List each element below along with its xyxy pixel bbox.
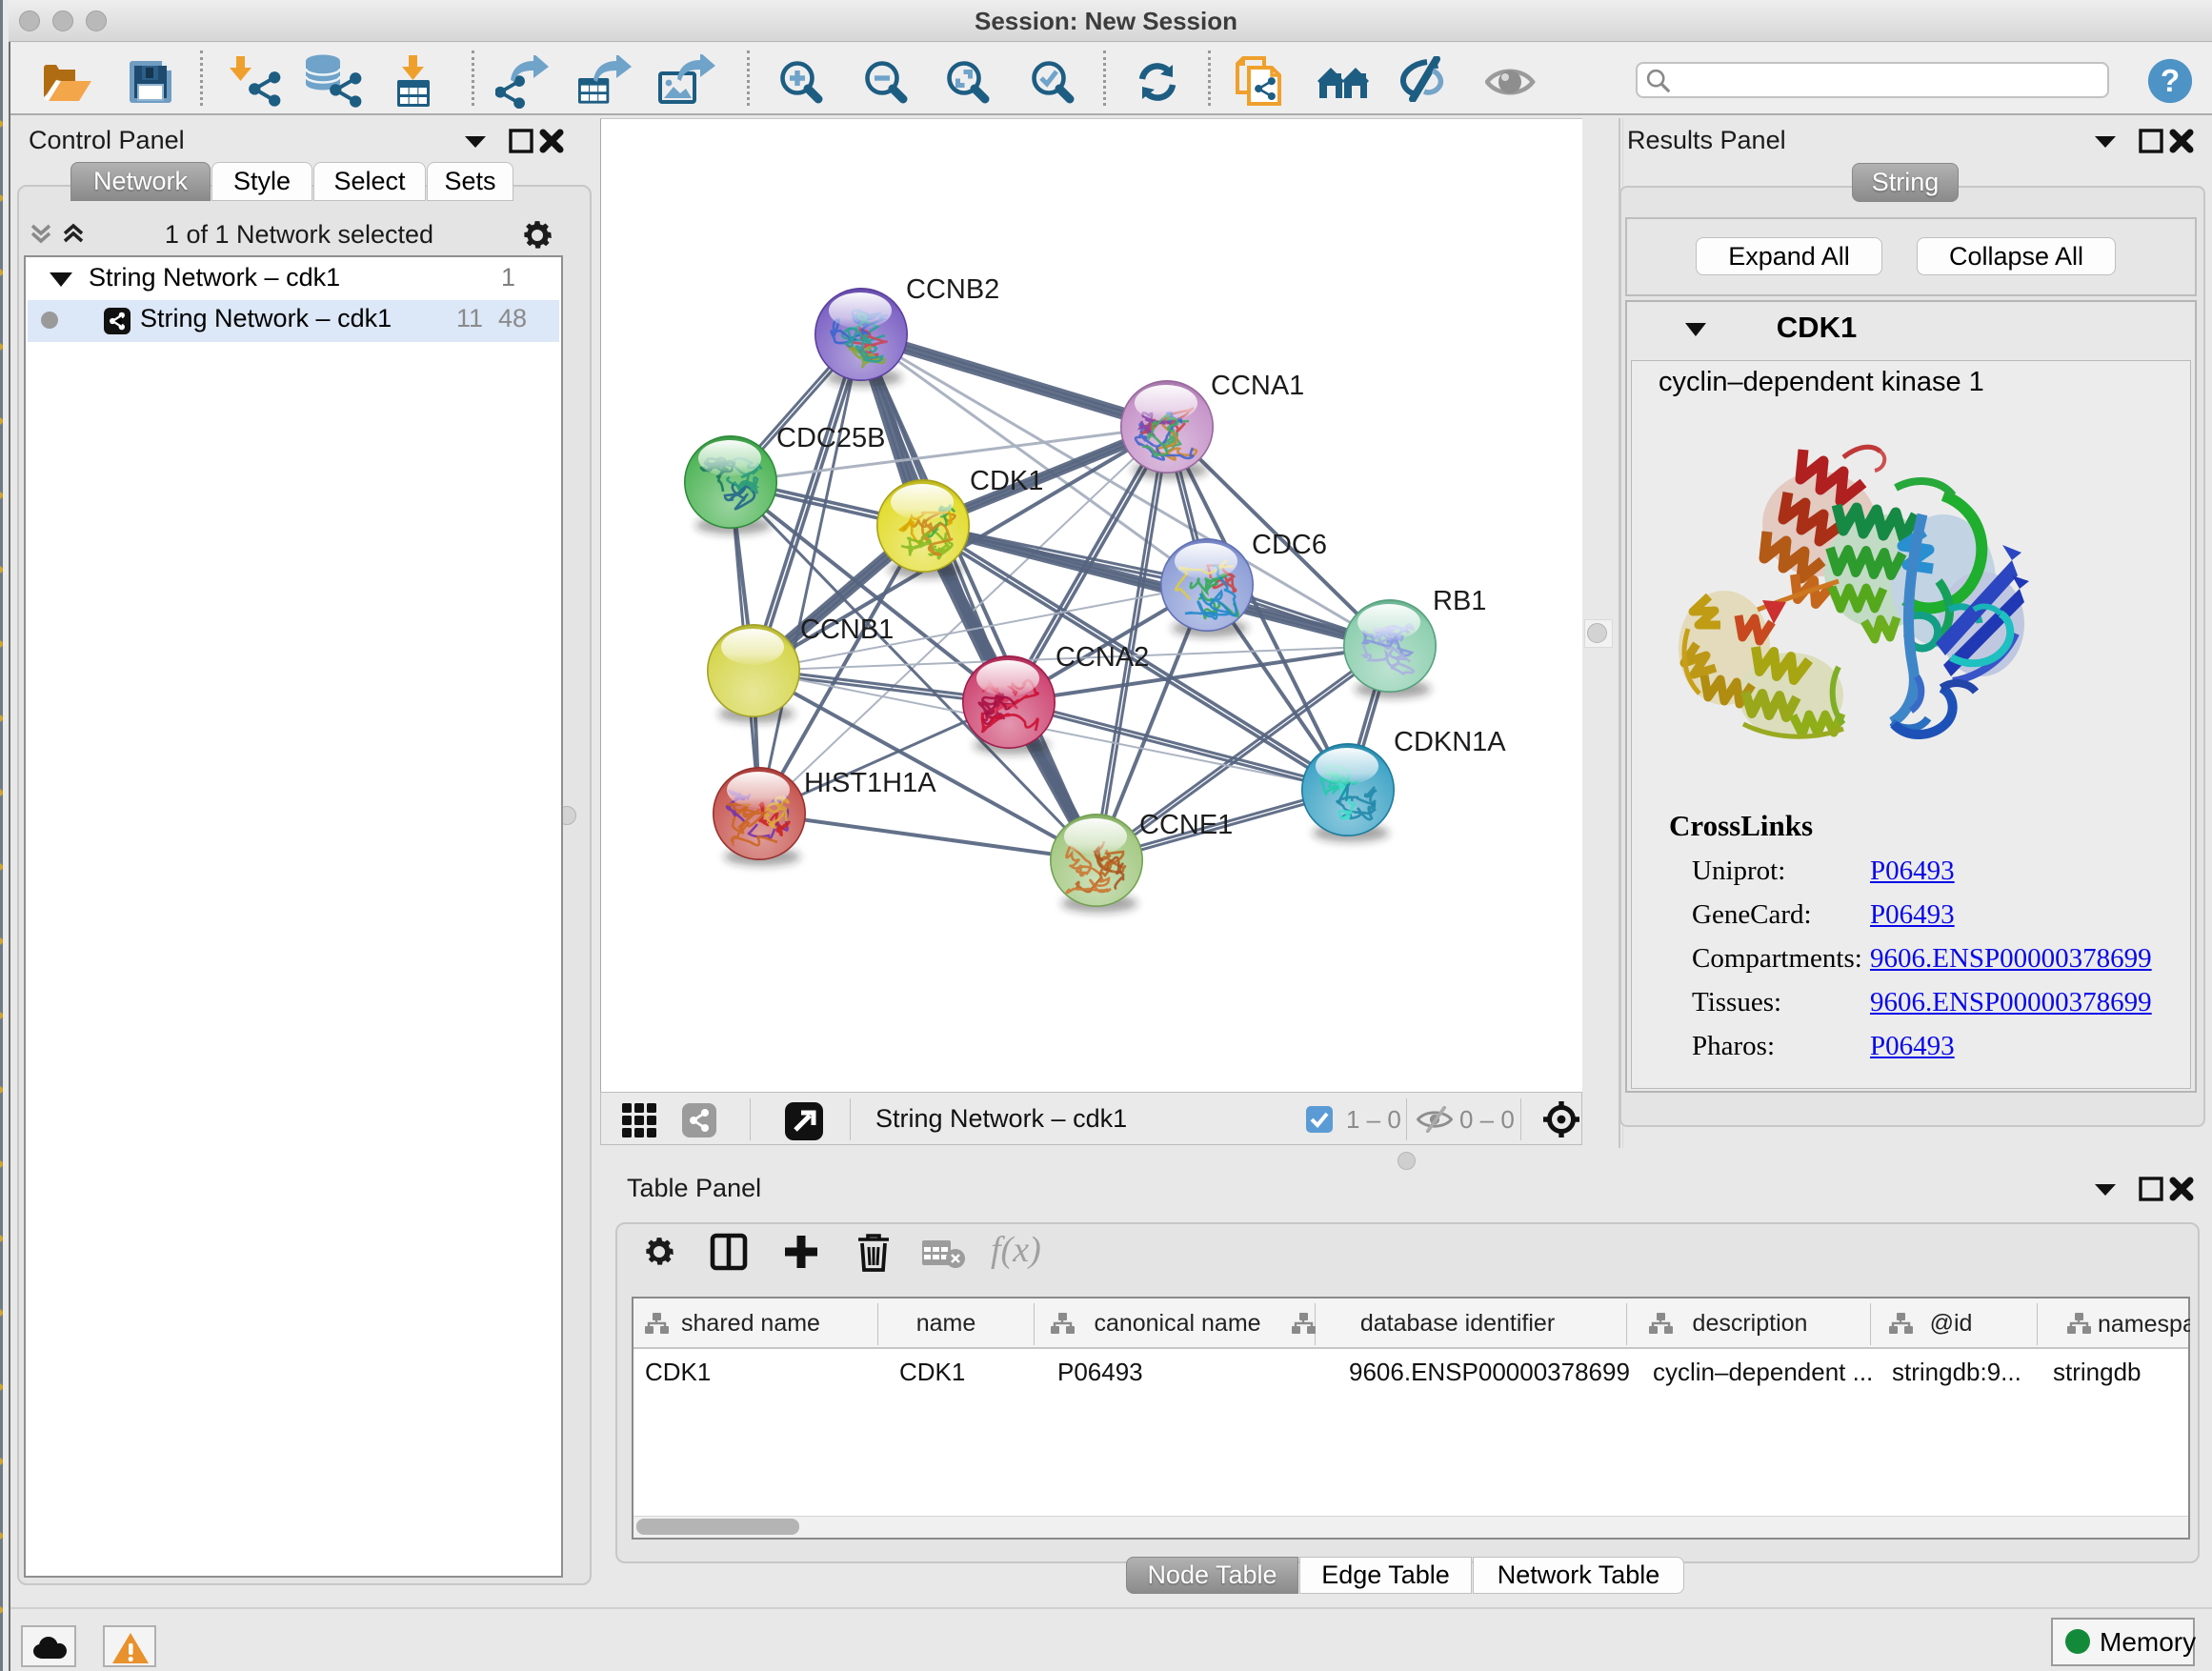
svg-text:CCNB1: CCNB1 — [800, 614, 894, 645]
svg-text:CDC25B: CDC25B — [776, 423, 885, 453]
svg-text:CCNB2: CCNB2 — [906, 274, 999, 305]
svg-text:CDKN1A: CDKN1A — [1394, 727, 1506, 757]
svg-text:CCNE1: CCNE1 — [1139, 810, 1233, 840]
svg-text:CDC6: CDC6 — [1252, 530, 1327, 560]
svg-text:RB1: RB1 — [1433, 586, 1486, 616]
svg-text:?: ? — [2161, 64, 2180, 99]
svg-text:HIST1H1A: HIST1H1A — [804, 768, 936, 798]
svg-text:CCNA1: CCNA1 — [1211, 371, 1304, 401]
svg-text:CDK1: CDK1 — [970, 466, 1043, 496]
svg-text:CCNA2: CCNA2 — [1056, 642, 1149, 673]
